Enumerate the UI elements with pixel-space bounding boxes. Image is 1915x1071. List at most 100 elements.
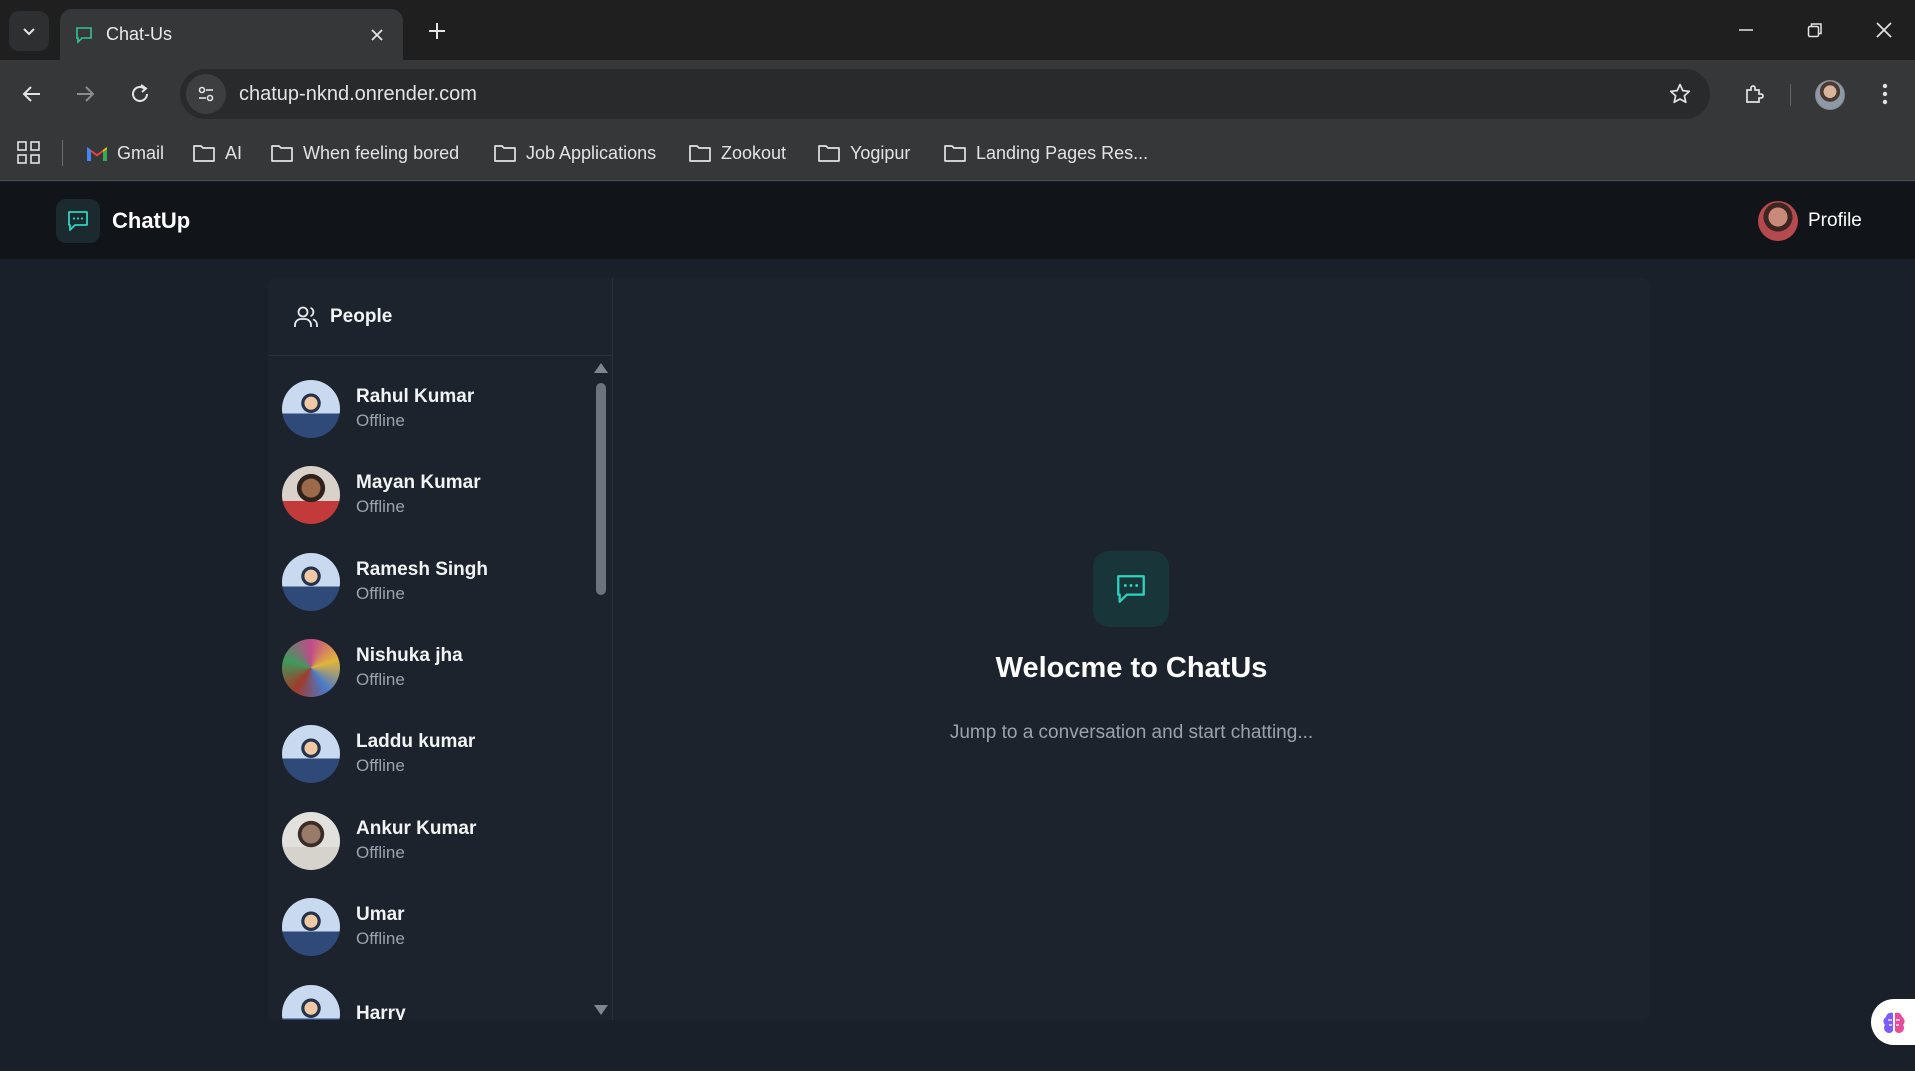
person-name: Laddu kumar [356,731,476,752]
welcome-icon-box [1093,551,1169,627]
sidebar-header: People [268,278,612,356]
brand-logo [56,199,100,243]
folder-icon [494,145,516,162]
avatar [282,380,340,438]
bookmark-folder-when-feeling-bored[interactable]: When feeling bored [270,138,459,168]
profile-button[interactable]: Profile [1758,201,1862,241]
bookmarks-separator [62,140,63,166]
window-close-button[interactable] [1857,8,1911,52]
avatar [282,898,340,956]
back-arrow-icon [22,86,40,102]
person-status: Offline [356,843,405,862]
folder-icon [193,145,215,162]
forward-arrow-icon [77,86,95,102]
new-tab-button[interactable] [420,14,454,48]
bookmark-label: AI [225,142,243,163]
list-item[interactable]: Rahul Kumar Offline [282,379,582,439]
people-sidebar: People Rahul Kumar Offline Mayan Kumar O… [268,278,613,1020]
restore-icon [1807,23,1822,38]
people-list[interactable]: Rahul Kumar Offline Mayan Kumar Offline … [268,357,588,1020]
list-item[interactable]: Ramesh Singh Offline [282,552,582,612]
avatar [1758,201,1798,241]
bookmark-folder-zookout[interactable]: Zookout [688,138,786,168]
chat-favicon-icon [76,26,92,44]
minimize-button[interactable] [1719,8,1773,52]
tab-search-button[interactable] [9,11,49,51]
scroll-up-arrow[interactable] [594,363,608,373]
scroll-thumb[interactable] [596,383,606,595]
minimize-icon [1739,29,1753,31]
people-scrollbar[interactable] [591,357,609,1020]
tab-close-button[interactable] [365,23,389,47]
reload-icon [132,84,148,102]
bookmark-folder-landing-pages[interactable]: Landing Pages Res... [943,138,1148,168]
folder-icon [818,145,840,162]
bookmarks-bar: Gmail AI When feeling bored Job Applicat… [0,128,1915,181]
app-header: ChatUp Profile [0,182,1915,259]
person-status: Offline [356,584,405,603]
brand-link[interactable]: ChatUp [56,199,190,243]
browser-tab-active[interactable]: Chat-Us [60,9,403,60]
site-info-button[interactable] [186,74,226,114]
person-status: Offline [356,497,405,516]
person-name: Mayan Kumar [356,472,481,493]
browser-tab-strip: Chat-Us [0,0,1915,60]
star-icon[interactable] [1668,82,1692,106]
forward-button[interactable] [67,76,103,112]
reload-button[interactable] [122,76,158,112]
extensions-button[interactable] [1737,76,1773,112]
bookmark-folder-yogipur[interactable]: Yogipur [817,138,910,168]
person-status: Offline [356,670,405,689]
bookmark-label: Landing Pages Res... [976,142,1149,163]
plus-icon [429,23,445,39]
sidebar-title: People [330,305,393,327]
welcome-title: Welocme to ChatUs [995,652,1268,684]
list-item[interactable]: Nishuka jha Offline [282,638,582,698]
apps-grid-icon[interactable] [16,140,42,166]
chat-container: People Rahul Kumar Offline Mayan Kumar O… [268,278,1650,1020]
chevron-down-icon [23,28,35,36]
avatar [282,812,340,870]
bookmark-gmail[interactable]: Gmail [86,138,164,168]
restore-button[interactable] [1788,8,1842,52]
browser-profile-avatar[interactable] [1815,80,1845,110]
bookmark-label: Job Applications [526,142,657,163]
close-icon [371,28,383,41]
chat-icon [68,211,88,231]
site-info-icon [198,86,214,102]
bookmark-folder-ai[interactable]: AI [192,138,242,168]
person-name: Harry [356,1003,406,1020]
browser-menu-button[interactable] [1870,76,1900,112]
avatar [282,466,340,524]
folder-icon [689,145,711,162]
person-name: Ramesh Singh [356,559,488,580]
kebab-menu-icon [1882,83,1888,105]
avatar [282,639,340,697]
person-status: Offline [356,929,405,948]
folder-icon [271,145,293,162]
list-item[interactable]: Umar Offline [282,897,582,957]
bookmark-label: Yogipur [850,142,911,163]
chat-icon [1117,575,1145,603]
url-text: chatup-nknd.onrender.com [239,82,477,105]
list-item[interactable]: Mayan Kumar Offline [282,465,582,525]
puzzle-icon [1746,85,1764,103]
gmail-icon [87,147,107,161]
person-name: Nishuka jha [356,645,463,666]
list-item[interactable]: Ankur Kumar Offline [282,811,582,871]
floating-assistant-button[interactable] [1871,999,1915,1045]
scroll-down-arrow[interactable] [594,1005,608,1015]
person-status: Offline [356,756,405,775]
browser-toolbar: chatup-nknd.onrender.com [0,60,1915,128]
brand-name: ChatUp [112,208,191,233]
address-bar[interactable]: chatup-nknd.onrender.com [180,69,1710,119]
brain-icon [1883,1012,1905,1033]
bookmark-folder-job-applications[interactable]: Job Applications [493,138,656,168]
users-icon [294,306,318,327]
list-item[interactable]: Laddu kumar Offline [282,724,582,784]
back-button[interactable] [14,76,50,112]
main-area: People Rahul Kumar Offline Mayan Kumar O… [0,259,1915,1071]
bookmark-label: Zookout [721,142,787,163]
close-icon [1876,22,1892,38]
list-item[interactable]: Harry [282,984,582,1020]
